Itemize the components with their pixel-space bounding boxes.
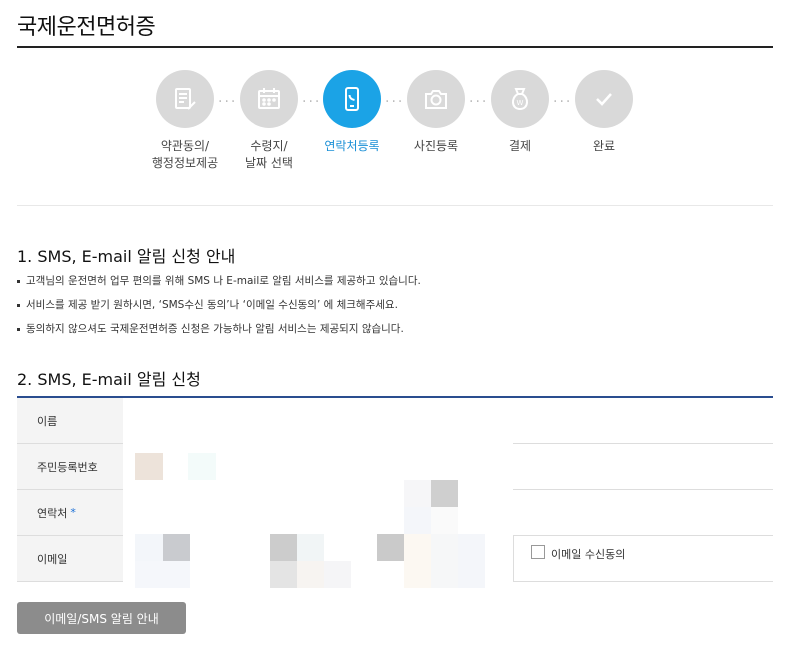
camera-icon xyxy=(425,90,447,109)
email-label: 이메일 xyxy=(17,536,123,581)
step-1-circle xyxy=(156,70,214,128)
step-5-circle: W xyxy=(491,70,549,128)
required-mark: * xyxy=(70,506,76,519)
notice-item: 동의하지 않으셔도 국제운전면허증 신청은 가능하나 알림 서비스는 제공되지 … xyxy=(17,321,404,336)
phone-row: 연락처 * xyxy=(17,490,773,535)
redacted-rrn-field[interactable] xyxy=(135,453,163,480)
rrn-row: 주민등록번호 xyxy=(17,444,773,489)
step-connector: ··· xyxy=(553,94,573,110)
rrn-label: 주민등록번호 xyxy=(17,444,123,489)
phone-label: 연락처 * xyxy=(17,490,123,535)
name-label: 이름 xyxy=(17,398,123,443)
step-connector: ··· xyxy=(302,94,322,110)
page-title: 국제운전면허증 xyxy=(17,15,156,40)
redacted-email-field[interactable] xyxy=(135,534,163,561)
step-6-circle xyxy=(575,70,633,128)
notice-item: 서비스를 제공 받기 원하시면, ‘SMS수신 동의’나 ‘이메일 수신동의’ … xyxy=(17,297,398,312)
step-connector: ··· xyxy=(469,94,489,110)
calendar-icon xyxy=(258,88,280,109)
document-edit-icon xyxy=(175,88,196,110)
check-icon xyxy=(596,93,612,106)
title-divider xyxy=(17,46,773,48)
section-2-heading: 2. SMS, E-mail 알림 신청 xyxy=(17,370,201,389)
section-divider xyxy=(17,205,773,206)
svg-text:W: W xyxy=(517,99,524,107)
section-1-heading: 1. SMS, E-mail 알림 신청 안내 xyxy=(17,247,236,266)
email-sms-guide-button[interactable]: 이메일/SMS 알림 안내 xyxy=(17,602,186,634)
step-2-circle xyxy=(240,70,298,128)
redacted-phone-field[interactable] xyxy=(431,480,458,507)
notice-item: 고객님의 운전면허 업무 편의를 위해 SMS 나 E-mail로 알림 서비스… xyxy=(17,273,421,288)
phone-icon xyxy=(345,87,359,111)
name-row: 이름 xyxy=(17,398,773,443)
email-consent-checkbox[interactable] xyxy=(531,545,545,559)
step-connector: ··· xyxy=(385,94,405,110)
money-bag-icon: W xyxy=(512,88,528,111)
step-4-circle xyxy=(407,70,465,128)
progress-steps: ··· 약관동의/행정정보제공 ··· 수령지/날짜 선택 ··· 연락처등록 … xyxy=(0,70,800,180)
step-connector: ··· xyxy=(218,94,238,110)
step-3-circle xyxy=(323,70,381,128)
step-6-label: 완료 xyxy=(592,139,616,153)
email-consent-label[interactable]: 이메일 수신동의 xyxy=(551,546,625,562)
